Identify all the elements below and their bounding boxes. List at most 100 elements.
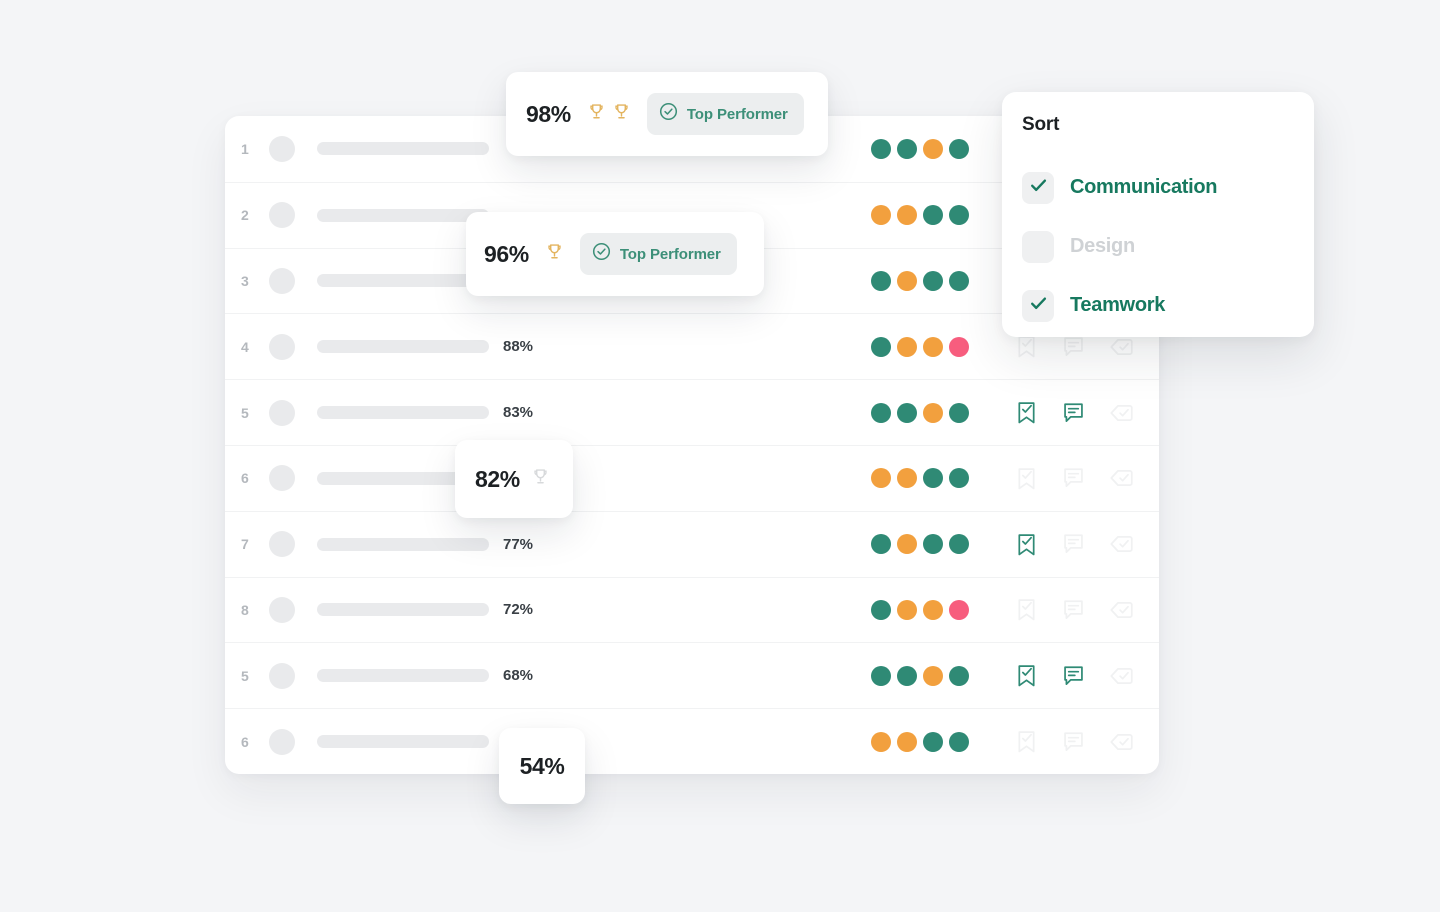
rating-dot-teal (923, 534, 943, 555)
rating-dot-orange (923, 402, 943, 423)
row-actions (1015, 532, 1134, 557)
bookmark-check-icon[interactable] (1015, 466, 1038, 491)
trophy-icon (587, 102, 606, 126)
bookmark-check-icon[interactable] (1015, 663, 1038, 688)
row-rank: 2 (241, 207, 249, 224)
rating-dot-teal (949, 270, 969, 291)
checkbox[interactable] (1022, 289, 1054, 322)
top-performer-badge: Top Performer (646, 93, 804, 135)
score-value: 54% (519, 752, 565, 779)
rating-dot-orange (923, 599, 943, 620)
tag-check-icon[interactable] (1109, 402, 1134, 424)
rating-dot-teal (871, 665, 891, 686)
table-row[interactable]: 6 (225, 708, 1159, 774)
row-percentage: 83% (503, 404, 534, 422)
rating-dot-teal (923, 731, 943, 752)
rating-dot-teal (949, 468, 969, 489)
row-rank: 6 (241, 733, 249, 750)
checkbox[interactable] (1022, 171, 1054, 204)
table-row[interactable]: 8 72% (225, 576, 1159, 643)
score-value: 96% (484, 240, 529, 267)
check-circle-icon (659, 102, 678, 126)
tag-check-icon[interactable] (1109, 599, 1134, 621)
rating-dot-orange (897, 534, 917, 555)
score-card-54[interactable]: 54% (499, 728, 585, 804)
bookmark-check-icon[interactable] (1015, 532, 1038, 557)
score-card-96[interactable]: 96% Top Performer (466, 212, 764, 296)
avatar (269, 333, 295, 360)
rating-dot-teal (923, 468, 943, 489)
comment-icon[interactable] (1062, 532, 1085, 556)
rating-dots (871, 270, 969, 291)
name-placeholder (317, 603, 489, 617)
trophy-group (531, 467, 550, 491)
rating-dot-teal (871, 270, 891, 291)
rating-dot-orange (897, 599, 917, 620)
check-icon (1029, 294, 1048, 318)
tag-check-icon[interactable] (1109, 731, 1134, 753)
name-placeholder (317, 537, 489, 551)
tag-check-icon[interactable] (1109, 665, 1134, 687)
trophy-icon (545, 242, 564, 266)
avatar (269, 135, 295, 162)
rating-dot-teal (923, 205, 943, 226)
table-row[interactable]: 5 68% (225, 642, 1159, 708)
trophy-group (587, 102, 631, 126)
rating-dot-teal (949, 534, 969, 555)
comment-icon[interactable] (1062, 466, 1085, 490)
rating-dot-teal (949, 402, 969, 423)
table-row[interactable]: 5 83% (225, 379, 1159, 445)
tag-check-icon[interactable] (1109, 467, 1134, 489)
table-row[interactable]: 6 (225, 444, 1159, 511)
rating-dot-teal (871, 599, 891, 620)
bookmark-check-icon[interactable] (1015, 400, 1038, 425)
rating-dot-teal (871, 336, 891, 357)
row-rank: 4 (241, 338, 249, 355)
comment-icon[interactable] (1062, 664, 1085, 688)
score-card-98[interactable]: 98% Top Performer (506, 72, 828, 156)
comment-icon[interactable] (1062, 730, 1085, 754)
rating-dot-orange (897, 205, 917, 226)
row-percentage: 68% (503, 667, 534, 685)
rating-dots (871, 138, 969, 159)
name-placeholder (317, 735, 489, 749)
rating-dots (871, 336, 969, 357)
bookmark-check-icon[interactable] (1015, 334, 1038, 359)
rating-dot-teal (897, 665, 917, 686)
comment-icon[interactable] (1062, 598, 1085, 622)
tag-check-icon[interactable] (1109, 533, 1134, 555)
sort-option-communication[interactable]: Communication (1022, 158, 1314, 217)
rating-dots (871, 205, 969, 226)
sort-option-design[interactable]: Design (1022, 217, 1314, 276)
score-card-82[interactable]: 82% (455, 440, 573, 518)
rating-dot-teal (949, 665, 969, 686)
row-rank: 5 (241, 404, 249, 421)
checkbox[interactable] (1022, 230, 1054, 263)
rating-dot-teal (949, 138, 969, 159)
bookmark-check-icon[interactable] (1015, 597, 1038, 622)
row-rank: 3 (241, 272, 249, 289)
sort-option-label: Teamwork (1070, 294, 1166, 316)
row-rank: 8 (241, 601, 249, 618)
row-rank: 7 (241, 536, 249, 553)
comment-icon[interactable] (1062, 335, 1085, 359)
trophy-group (545, 242, 564, 266)
rating-dot-orange (871, 205, 891, 226)
sort-panel: Sort Communication Design Teamwork (1002, 92, 1314, 337)
rating-dots (871, 731, 969, 752)
avatar (269, 596, 295, 623)
sort-option-teamwork[interactable]: Teamwork (1022, 276, 1314, 335)
name-placeholder (317, 340, 489, 354)
rating-dots (871, 599, 969, 620)
comment-icon[interactable] (1062, 401, 1085, 425)
score-value: 82% (475, 465, 520, 492)
sort-option-label: Design (1070, 235, 1135, 257)
tag-check-icon[interactable] (1109, 336, 1134, 358)
table-row[interactable]: 7 77% (225, 510, 1159, 577)
row-percentage: 77% (503, 535, 534, 553)
bookmark-check-icon[interactable] (1015, 729, 1038, 754)
badge-label: Top Performer (619, 245, 721, 263)
avatar (269, 267, 295, 294)
rating-dot-orange (897, 468, 917, 489)
rating-dot-teal (897, 402, 917, 423)
